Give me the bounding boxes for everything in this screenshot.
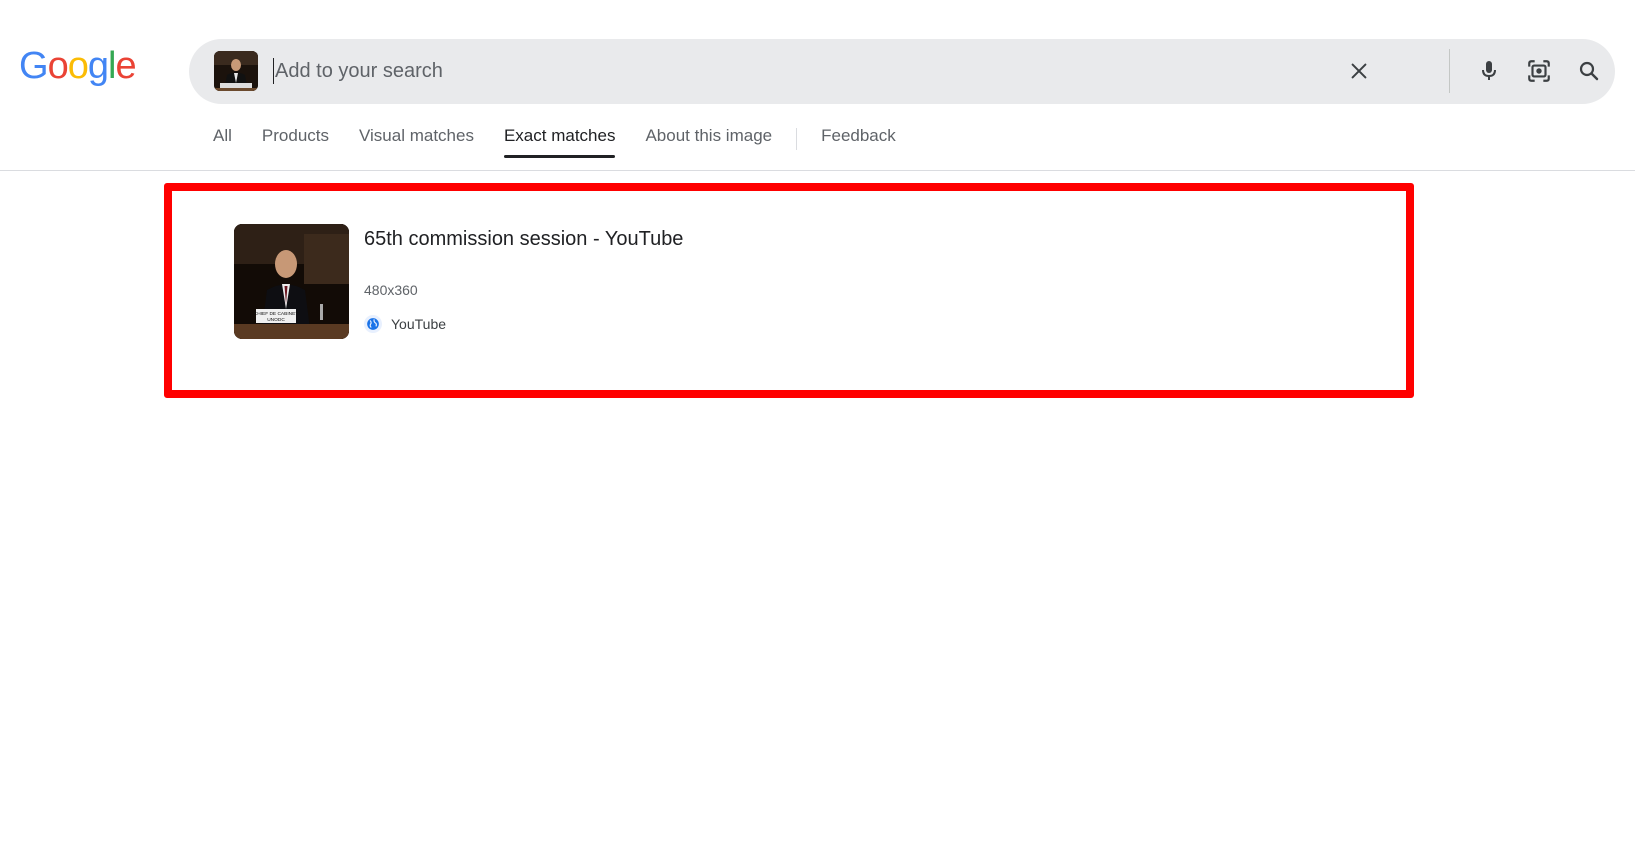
result-title[interactable]: 65th commission session - YouTube (364, 228, 683, 251)
query-image-thumbnail[interactable] (214, 51, 258, 91)
search-input[interactable] (273, 49, 1363, 93)
search-icon (1579, 61, 1599, 81)
tab-visual-matches[interactable]: Visual matches (359, 122, 474, 156)
header: G o o g l e Add to your search All Produ… (0, 0, 1635, 171)
result-thumbnail[interactable]: CHIEF DE CABINET UNODC (234, 224, 349, 339)
svg-text:UNODC: UNODC (267, 317, 285, 323)
search-tabs: All Products Visual matches Exact matche… (213, 122, 926, 171)
globe-icon (364, 315, 382, 333)
tab-all[interactable]: All (213, 122, 232, 156)
tab-divider (796, 128, 798, 150)
result-dimensions: 480x360 (364, 282, 418, 298)
clear-button[interactable] (1339, 51, 1379, 91)
logo-letter: g (87, 44, 109, 87)
logo-letter: o (67, 44, 89, 87)
feedback-link[interactable]: Feedback (821, 122, 896, 156)
search-button[interactable] (1569, 51, 1609, 91)
logo-letter: G (19, 44, 49, 87)
google-logo[interactable]: G o o g l e (19, 42, 137, 90)
logo-letter: l (107, 44, 117, 87)
svg-text:CHIEF DE CABINET: CHIEF DE CABINET (254, 311, 299, 317)
voice-search-button[interactable] (1469, 51, 1509, 91)
logo-letter: e (115, 44, 136, 87)
result-item: CHIEF DE CABINET UNODC 65th commission s… (234, 224, 1334, 340)
close-icon (1351, 63, 1367, 79)
camera-lens-icon (1528, 60, 1550, 82)
tab-about-this-image[interactable]: About this image (645, 122, 772, 156)
microphone-icon (1482, 61, 1496, 80)
tab-exact-matches[interactable]: Exact matches (503, 122, 615, 158)
search-bar (189, 39, 1615, 104)
result-source[interactable]: YouTube (364, 315, 446, 333)
tab-products[interactable]: Products (262, 122, 329, 156)
lens-search-button[interactable] (1519, 51, 1559, 91)
search-divider (1449, 49, 1450, 93)
source-name: YouTube (391, 316, 447, 332)
logo-letter: o (47, 44, 69, 87)
page: G o o g l e Add to your search All Produ… (0, 0, 1635, 863)
